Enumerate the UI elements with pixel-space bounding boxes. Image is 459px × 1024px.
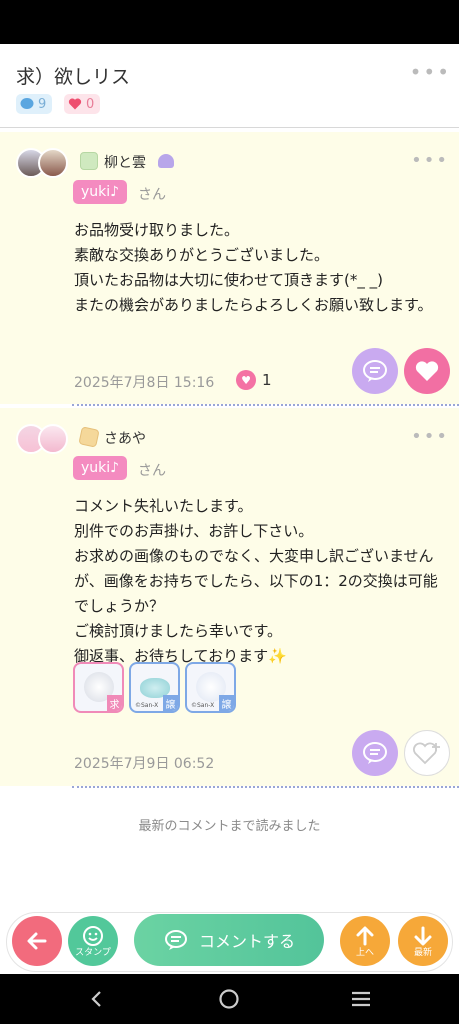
stamp-button-label: スタンプ [75,947,111,958]
comment-body: コメント失礼いたします。 別件でのお声掛け、お許し下さい。 お求めの画像のもので… [74,497,438,665]
ghost-badge-icon [158,154,174,168]
stamp-list: 求 ©San-X 譲 ©San-X 譲 [73,662,236,713]
heart-icon [68,98,82,110]
stamp-thumbnail-offered[interactable]: ©San-X 譲 [129,662,180,713]
avatar-group[interactable] [16,148,70,180]
honorific: さん [138,463,166,479]
like-button[interactable] [404,730,450,776]
system-recents-icon[interactable] [350,988,372,1010]
speech-bubble-icon [363,360,387,382]
scroll-latest-label: 最新 [413,947,432,958]
system-back-icon[interactable] [86,988,108,1010]
comment-like-count: ♥ 1 [236,370,272,390]
heart-plus-icon [413,742,440,765]
like-count-badge: 0 [64,94,101,114]
stamp-credit: ©San-X [191,702,215,709]
rank-badge-icon [80,152,98,170]
more-options-icon[interactable]: ••• [411,426,449,447]
arrow-down-icon [414,926,432,945]
read-all-message: 最新のコメントまで読みました [138,819,321,834]
page-title: 求）欲しリス [16,66,131,88]
arrow-up-icon [356,926,374,945]
status-bar [0,0,459,44]
arrow-left-icon [27,932,47,950]
speech-bubble-icon [164,930,187,950]
comment-date: 2025年7月9日 06:52 [74,756,215,772]
like-count: 0 [86,96,95,112]
back-button[interactable] [12,916,62,966]
stamp-thumbnail-offered[interactable]: ©San-X 譲 [185,662,236,713]
comment-item: 柳と雲 ••• yuki♪ さん お品物受け取りました。 素敵な交換ありがとうご… [0,132,459,404]
avatar [38,148,68,178]
stamp-credit: ©San-X [135,702,159,709]
write-comment-button[interactable]: コメントする [134,914,324,966]
comment-username[interactable]: 柳と雲 [104,152,146,172]
scroll-latest-button[interactable]: 最新 [398,916,448,966]
page-header: 求）欲しリス ••• 9 0 [0,44,459,128]
offer-tag: 譲 [219,695,234,711]
scroll-top-button[interactable]: 上へ [340,916,390,966]
like-count-value: 1 [262,371,272,389]
comment-count-badge: 9 [16,94,53,114]
avatar-group[interactable] [16,424,70,456]
write-comment-label: コメントする [198,932,295,951]
heart-icon [415,361,439,381]
rank-badge-icon [78,426,100,448]
comment-username[interactable]: さあや [104,428,146,448]
speech-bubble-icon [363,742,387,764]
reply-to-tag[interactable]: yuki♪ [73,180,128,204]
more-options-icon[interactable]: ••• [411,150,449,171]
reply-button[interactable] [352,730,398,776]
reply-to-tag[interactable]: yuki♪ [73,456,128,480]
honorific: さん [138,187,166,203]
reply-button[interactable] [352,348,398,394]
heart-icon: ♥ [236,370,256,390]
divider [72,786,459,788]
comment-item: さあや ••• yuki♪ さん コメント失礼いたします。 別件でのお声掛け、お… [0,408,459,786]
offer-tag: 譲 [163,695,178,711]
smiley-icon [83,925,103,946]
scroll-top-label: 上へ [355,947,374,958]
like-button[interactable] [404,348,450,394]
avatar [38,424,68,454]
more-options-icon[interactable]: ••• [410,60,451,84]
speech-bubble-icon [20,98,34,109]
want-tag: 求 [107,695,122,711]
divider [72,404,459,406]
comment-date: 2025年7月8日 15:16 [74,375,215,391]
system-navigation-bar [0,974,459,1024]
stamp-button[interactable]: スタンプ [68,916,118,966]
comment-body: お品物受け取りました。 素敵な交換ありがとうございました。 頂いたお品物は大切に… [74,221,433,314]
system-home-icon[interactable] [218,988,240,1010]
stamp-thumbnail-wanted[interactable]: 求 [73,662,124,713]
comment-count: 9 [38,96,47,112]
